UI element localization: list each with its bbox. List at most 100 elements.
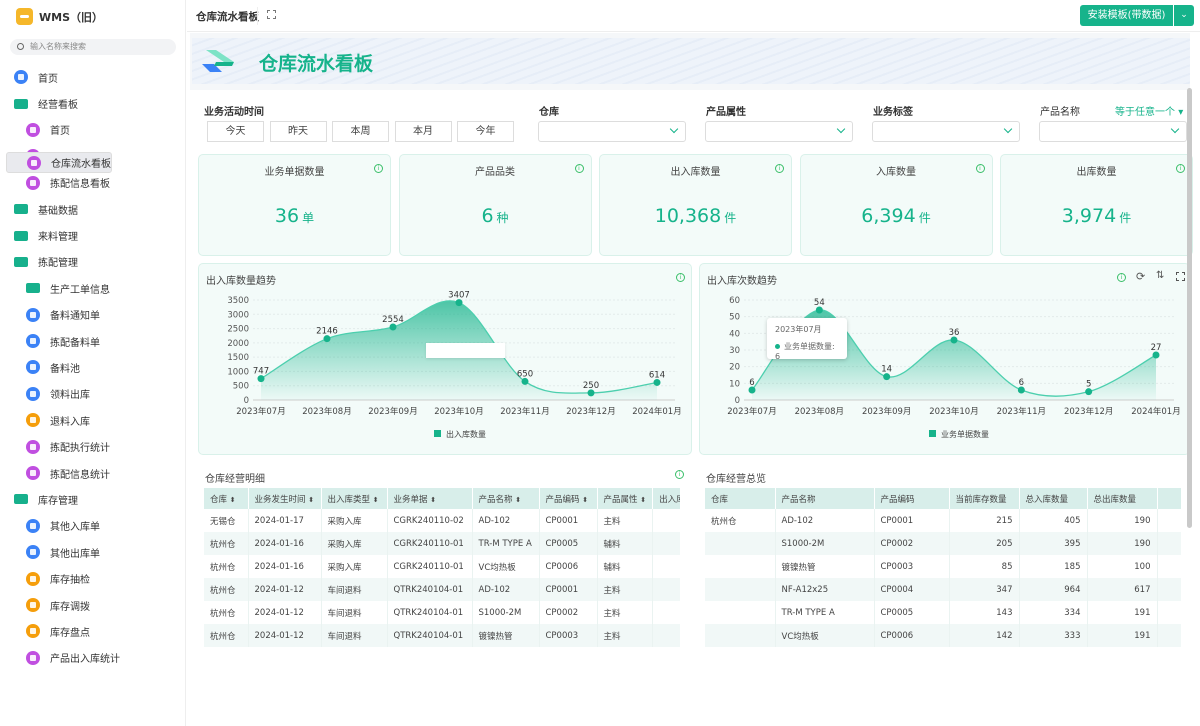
column-header[interactable]: 出入库 [652,488,680,509]
sidebar-item[interactable]: 备料池 [6,354,180,380]
info-icon[interactable]: i [775,164,784,173]
warehouse-select[interactable] [538,121,686,142]
date-range-button[interactable]: 昨天 [269,121,327,142]
detail-table-wrap[interactable]: 仓库 ⬍ 业务发生时间 ⬍ 出入库类型 ⬍ 业务单据 ⬍ 产品名称 ⬍ 产品编码 ⬍ 产品属… [204,488,680,656]
table-row[interactable]: 杭州仓 2024-01-16 采购入库 CGRK240110-01 VC均热板 CP000… [204,555,680,578]
info-icon[interactable]: i [975,164,985,173]
sidebar-item[interactable]: 拣配信息统计 [6,460,180,486]
fullscreen-icon[interactable] [267,10,276,19]
install-template-button[interactable]: 安装模板(带数据) [1080,5,1173,26]
sidebar-item[interactable]: 拣配执行统计 [6,433,180,459]
sidebar-item[interactable]: 库存管理 [6,486,180,512]
sidebar-item[interactable]: 生产工单信息 [6,275,180,301]
sidebar-item[interactable]: 产品出入库统计 [6,645,180,671]
sidebar-item[interactable]: 拣配信息看板 [6,170,180,196]
caret-down-icon: ▾ [1178,107,1184,118]
table-cell: CGRK240110-02 [387,509,473,532]
sidebar-item[interactable]: 库存调拨 [6,592,180,618]
column-header[interactable]: 总出库数量 [1087,488,1158,509]
sidebar-item[interactable]: 其他出库单 [6,539,180,565]
table-cell [1157,532,1181,555]
info-icon[interactable]: i [574,164,584,173]
table-row[interactable]: 无锡仓 2024-01-17 采购入库 CGRK240110-02 AD-102 CP00… [204,509,680,532]
info-icon[interactable]: i [374,164,383,173]
table-cell: 190 [1087,532,1158,555]
sidebar-item[interactable]: 库存抽检 [6,565,180,591]
document-icon [26,360,40,375]
date-range-button[interactable]: 本周 [332,121,389,142]
table-cell: 395 [1019,532,1088,555]
sort-icon[interactable]: ⬍ [582,496,588,504]
table-row[interactable]: 杭州仓 2024-01-12 车间退料 QTRK240104-01 S1000-2M CP… [204,601,680,624]
table-row[interactable]: VC均热板 CP0006 142 333 191 [705,624,1181,647]
product-select[interactable] [1039,121,1187,142]
summary-table-wrap[interactable]: 仓库 产品名称 产品编码 当前库存数量 总入库数量 总出库数量杭州仓 AD-102 CP000… [705,488,1181,656]
column-header[interactable]: 产品名称 ⬍ [472,488,540,509]
sidebar-item[interactable]: 领料出库 [6,381,180,407]
sort-icon[interactable]: ⬍ [373,496,379,504]
sidebar-item[interactable]: 基础数据 [6,196,180,222]
sidebar-item[interactable]: 备料通知单 [6,302,180,328]
sidebar-item[interactable]: 首页 [6,64,180,90]
column-header[interactable]: 仓库 ⬍ [204,488,249,509]
date-range-button[interactable]: 今天 [207,121,264,142]
legend-label: 出入库数量 [446,429,486,439]
sidebar-item[interactable]: 来料管理 [6,222,180,248]
sidebar-item[interactable]: 仓库流水看板 [6,152,112,173]
sidebar-item[interactable]: 拣配备料单 [6,328,180,354]
kpi-number: 6 [481,205,494,227]
shield-icon [26,571,40,586]
date-range-button[interactable]: 本月 [394,121,452,142]
column-header[interactable]: 产品属性 ⬍ [597,488,654,509]
table-cell: QTRK240104-01 [387,601,473,624]
attr-select[interactable] [705,121,853,142]
column-header[interactable]: 产品编码 ⬍ [539,488,598,509]
table-cell: 辅料 [597,532,654,555]
column-header[interactable]: 产品编码 [874,488,950,509]
table-row[interactable]: 镀镍热管 CP0003 85 185 100 [705,555,1181,578]
column-header[interactable]: 产品名称 [775,488,875,509]
app-logo[interactable]: WMS（旧） [16,8,103,25]
install-dropdown-button[interactable]: ⌄ [1174,5,1194,26]
table-row[interactable]: TR-M TYPE A CP0005 143 334 191 [705,601,1181,624]
column-header[interactable] [1157,488,1181,509]
table-row[interactable]: 杭州仓 2024-01-16 采购入库 CGRK240110-01 TR-M TYPE … [204,532,680,555]
sort-icon[interactable]: ⬍ [308,496,314,504]
table-row[interactable]: S1000-2M CP0002 205 395 190 [705,532,1181,555]
column-header[interactable]: 出入库类型 ⬍ [321,488,388,509]
sidebar-item[interactable]: 拣配管理 [6,249,180,275]
sort-icon[interactable]: ⬍ [515,496,521,504]
column-header[interactable]: 仓库 [705,488,776,509]
date-range-button[interactable]: 今年 [457,121,514,142]
summary-table: 仓库 产品名称 产品编码 当前库存数量 总入库数量 总出库数量杭州仓 AD-102 CP000… [705,488,1181,647]
column-header[interactable]: 业务单据 ⬍ [387,488,473,509]
table-row[interactable]: 杭州仓 2024-01-12 车间退料 QTRK240104-01 AD-102 CP00… [204,578,680,601]
document-icon [26,598,40,612]
sort-icon[interactable]: ⬍ [640,496,646,504]
sidebar-item[interactable]: 经营看板 [6,90,180,116]
x-tick-label: 2023年10月 [434,406,483,417]
table-row[interactable]: NF-A12x25 CP0004 347 964 617 [705,578,1181,601]
column-header[interactable]: 业务发生时间 ⬍ [248,488,322,509]
sort-icon[interactable]: ⬍ [430,496,436,504]
sidebar-item[interactable]: 退料入库 [6,407,180,433]
scrollbar[interactable] [1187,88,1192,528]
sidebar-item[interactable]: 库存盘点 [6,618,180,644]
column-header[interactable]: 当前库存数量 [949,488,1020,509]
tag-select[interactable] [872,121,1020,142]
table-cell: CGRK240110-01 [387,532,473,555]
sort-icon[interactable]: ⬍ [230,496,236,504]
sidebar-item[interactable]: 首页 [6,117,180,143]
table-row[interactable]: 杭州仓 2024-01-12 车间退料 QTRK240104-01 镀镍热管 CP0003… [204,624,680,647]
sidebar-item[interactable]: 其他入库单 [6,513,180,539]
data-label: 5 [1086,380,1091,390]
table-cell: 191 [1087,624,1158,647]
table-row[interactable]: 杭州仓 AD-102 CP0001 215 405 190 [705,509,1181,532]
info-icon[interactable]: i [675,470,684,479]
column-header[interactable]: 总入库数量 [1019,488,1088,509]
table-cell: CGRK240110-01 [387,555,473,578]
product-match-mode[interactable]: 等于任意一个 ▾ [1115,103,1183,118]
search-input[interactable]: 输入名称来搜索 [10,39,176,55]
info-icon[interactable]: i [1176,164,1185,173]
column-label: 总出库数量 [1093,494,1137,505]
